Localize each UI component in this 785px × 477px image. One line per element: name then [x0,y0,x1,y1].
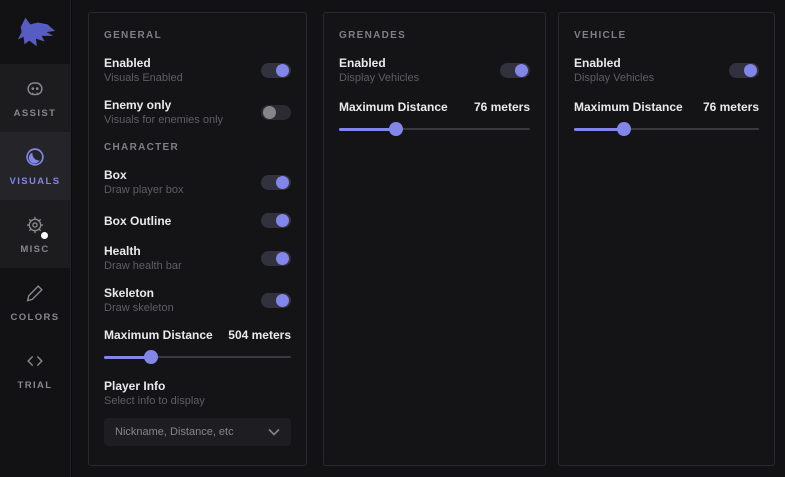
panel-vehicle: VEHICLE Enabled Display Vehicles Maximum… [558,12,775,466]
setting-title: Player Info [104,379,205,393]
eye-orb-icon [23,145,47,169]
setting-subtitle: Visuals for enemies only [104,114,223,127]
setting-title: Box [104,168,183,182]
sidebar-item-label: COLORS [10,312,59,323]
chevron-down-icon [268,428,280,436]
setting-row-player-info: Player Info Select info to display [104,379,291,408]
sidebar-item-colors[interactable]: COLORS [0,268,70,336]
player-info-dropdown[interactable]: Nickname, Distance, etc [104,418,291,446]
setting-subtitle: Display Vehicles [339,72,419,85]
toggle-health[interactable] [261,251,291,266]
setting-row-grenades-max-distance: Maximum Distance 76 meters [339,100,530,114]
setting-row-skeleton: Skeleton Draw skeleton [104,286,291,315]
setting-subtitle: Draw skeleton [104,302,174,315]
toggle-vehicle-enabled[interactable] [729,63,759,78]
setting-row-vehicle-max-distance: Maximum Distance 76 meters [574,100,759,114]
pen-icon [23,281,47,305]
section-header-general: GENERAL [104,30,291,41]
toggle-box[interactable] [261,175,291,190]
setting-subtitle: Display Vehicles [574,72,654,85]
app-logo [0,0,70,64]
panel-character: GENERAL Enabled Visuals Enabled Enemy on… [88,12,307,466]
setting-title: Maximum Distance [104,328,213,342]
slider-knob[interactable] [144,350,158,364]
setting-title: Enabled [574,56,654,70]
panel-grenades: GRENADES Enabled Display Vehicles Maximu… [323,12,546,466]
setting-title: Health [104,244,182,258]
setting-title: Maximum Distance [339,100,448,114]
slider-knob[interactable] [617,122,631,136]
max-distance-value: 76 meters [703,100,759,114]
setting-row-health: Health Draw health bar [104,244,291,273]
setting-title: Enabled [104,56,183,70]
section-header-vehicle: VEHICLE [574,30,759,41]
setting-subtitle: Draw health bar [104,260,182,273]
wolf-logo-icon [14,14,56,50]
toggle-grenades-enabled[interactable] [500,63,530,78]
setting-title: Box Outline [104,214,171,228]
sidebar-item-visuals[interactable]: VISUALS [0,132,70,200]
toggle-enemy-only[interactable] [261,105,291,120]
setting-row-enemy-only: Enemy only Visuals for enemies only [104,98,291,127]
gear-icon [23,213,47,237]
setting-subtitle: Select info to display [104,395,205,408]
sidebar-item-trial[interactable]: TRIAL [0,336,70,404]
toggle-box-outline[interactable] [261,213,291,228]
notification-dot [41,232,48,239]
sidebar-item-label: VISUALS [10,176,61,187]
setting-row-vehicle-enabled: Enabled Display Vehicles [574,56,759,85]
dropdown-selected-value: Nickname, Distance, etc [115,426,234,438]
setting-subtitle: Visuals Enabled [104,72,183,85]
toggle-skeleton[interactable] [261,293,291,308]
sidebar-item-assist[interactable]: ASSIST [0,64,70,132]
code-icon [23,349,47,373]
max-distance-value: 76 meters [474,100,530,114]
main-content: GENERAL Enabled Visuals Enabled Enemy on… [72,0,785,477]
grenades-max-distance-slider[interactable] [339,122,530,136]
setting-row-box-outline: Box Outline [104,213,291,228]
sidebar-item-label: MISC [20,244,49,255]
setting-title: Skeleton [104,286,174,300]
sidebar-item-label: ASSIST [14,108,57,119]
max-distance-value: 504 meters [228,328,291,342]
sidebar-item-misc[interactable]: MISC [0,200,70,268]
setting-title: Maximum Distance [574,100,683,114]
bot-icon [23,77,47,101]
setting-row-max-distance: Maximum Distance 504 meters [104,328,291,342]
setting-row-grenades-enabled: Enabled Display Vehicles [339,56,530,85]
setting-subtitle: Draw player box [104,184,183,197]
max-distance-slider[interactable] [104,350,291,364]
slider-knob[interactable] [389,122,403,136]
section-header-character: CHARACTER [104,142,291,153]
section-header-grenades: GRENADES [339,30,530,41]
toggle-visuals-enabled[interactable] [261,63,291,78]
vehicle-max-distance-slider[interactable] [574,122,759,136]
sidebar: ASSIST VISUALS MISC COLORS [0,0,71,477]
setting-row-enabled: Enabled Visuals Enabled [104,56,291,85]
setting-title: Enemy only [104,98,223,112]
sidebar-item-label: TRIAL [18,380,53,391]
setting-title: Enabled [339,56,419,70]
setting-row-box: Box Draw player box [104,168,291,197]
